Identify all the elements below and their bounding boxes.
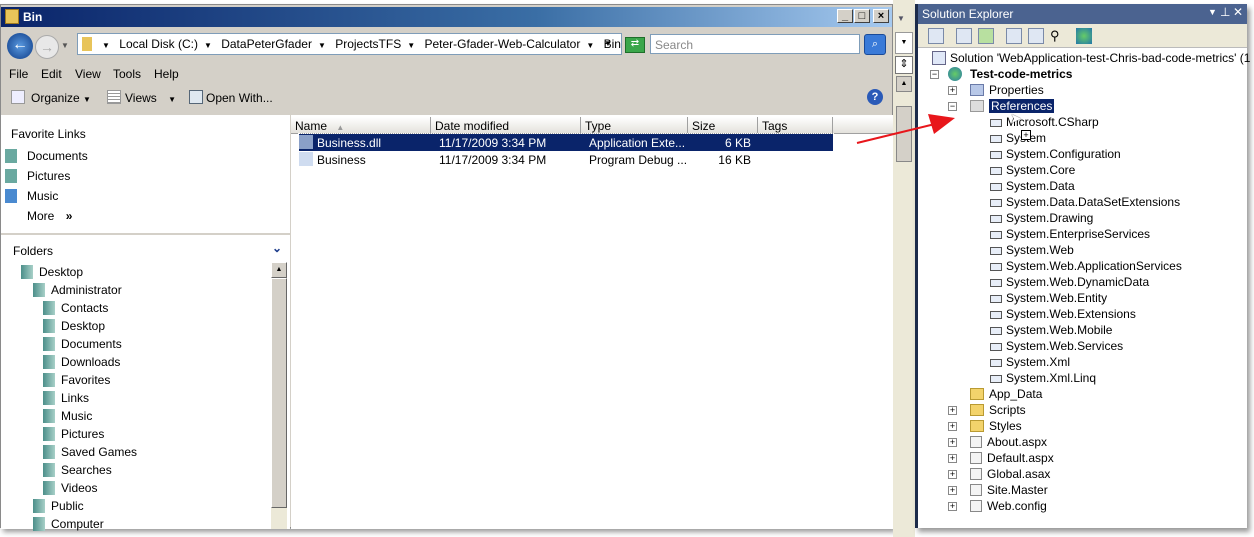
arrow-shaft	[856, 123, 936, 144]
annotation-arrow	[856, 114, 955, 144]
arrow-head	[928, 114, 955, 134]
